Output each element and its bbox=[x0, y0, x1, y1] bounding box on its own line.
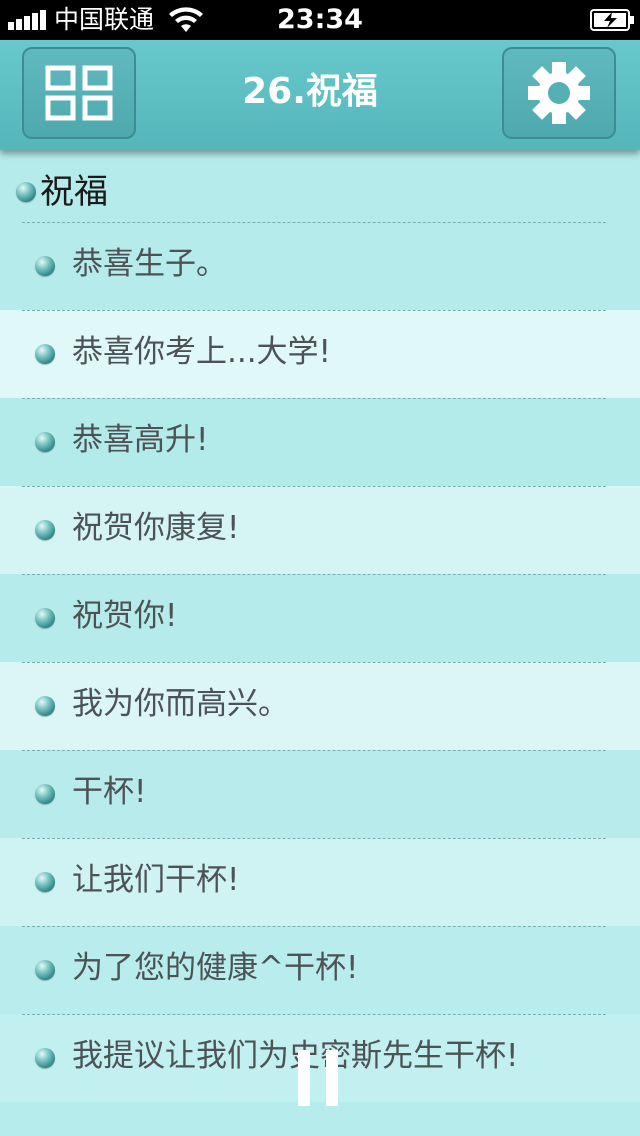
list-item[interactable]: 恭喜生子。 bbox=[0, 222, 640, 310]
list-item-text: 我提议让我们为史密斯先生干杯! bbox=[72, 1038, 519, 1074]
bullet-icon bbox=[16, 182, 36, 202]
bullet-icon bbox=[35, 520, 55, 540]
list-item[interactable]: 恭喜高升! bbox=[0, 398, 640, 486]
list-item[interactable]: 干杯! bbox=[0, 750, 640, 838]
pause-icon-bar bbox=[326, 1050, 338, 1106]
bullet-icon bbox=[35, 608, 55, 628]
bullet-icon bbox=[35, 696, 55, 716]
menu-button[interactable] bbox=[22, 47, 136, 139]
settings-button[interactable] bbox=[502, 47, 616, 139]
list-item-text: 恭喜你考上...大学! bbox=[72, 334, 331, 370]
battery-charging-icon bbox=[590, 9, 634, 31]
bullet-icon bbox=[35, 960, 55, 980]
list-item[interactable]: 为了您的健康^干杯! bbox=[0, 926, 640, 1014]
bullet-icon bbox=[35, 344, 55, 364]
list-item-text: 恭喜高升! bbox=[72, 422, 209, 458]
gear-icon bbox=[528, 62, 590, 124]
list-item-text: 我为你而高兴。 bbox=[72, 686, 289, 722]
phrase-list: 祝福 恭喜生子。恭喜你考上...大学! 恭喜高升! 祝贺你康复! 祝贺你! 我为你而高兴… bbox=[0, 150, 640, 1136]
nav-bar: 26.祝福 bbox=[0, 40, 640, 150]
list-item-text: 让我们干杯! bbox=[72, 862, 240, 898]
pause-button[interactable] bbox=[298, 1050, 342, 1106]
bullet-icon bbox=[35, 1048, 55, 1068]
bullet-icon bbox=[35, 256, 55, 276]
page-title: 26.祝福 bbox=[242, 71, 378, 112]
bullet-icon bbox=[35, 872, 55, 892]
section-title: 祝福 bbox=[40, 172, 108, 212]
list-item[interactable]: 我为你而高兴。 bbox=[0, 662, 640, 750]
list-item-text: 恭喜生子。 bbox=[72, 246, 227, 282]
bullet-icon bbox=[35, 432, 55, 452]
section-header: 祝福 bbox=[0, 150, 640, 222]
grid-menu-icon bbox=[45, 65, 113, 121]
list-item-text: 祝贺你! bbox=[72, 598, 178, 634]
list-item[interactable]: 祝贺你康复! bbox=[0, 486, 640, 574]
status-time: 23:34 bbox=[277, 4, 363, 35]
list-item-text: 为了您的健康^干杯! bbox=[72, 950, 359, 986]
status-bar: 中国联通 23:34 bbox=[0, 0, 640, 40]
list-item[interactable]: 恭喜你考上...大学! bbox=[0, 310, 640, 398]
list-item-text: 祝贺你康复! bbox=[72, 510, 240, 546]
list-item-text: 干杯! bbox=[72, 774, 147, 810]
pause-icon bbox=[298, 1050, 310, 1106]
bullet-icon bbox=[35, 784, 55, 804]
list-item[interactable]: 祝贺你! bbox=[0, 574, 640, 662]
list-item[interactable]: 让我们干杯! bbox=[0, 838, 640, 926]
